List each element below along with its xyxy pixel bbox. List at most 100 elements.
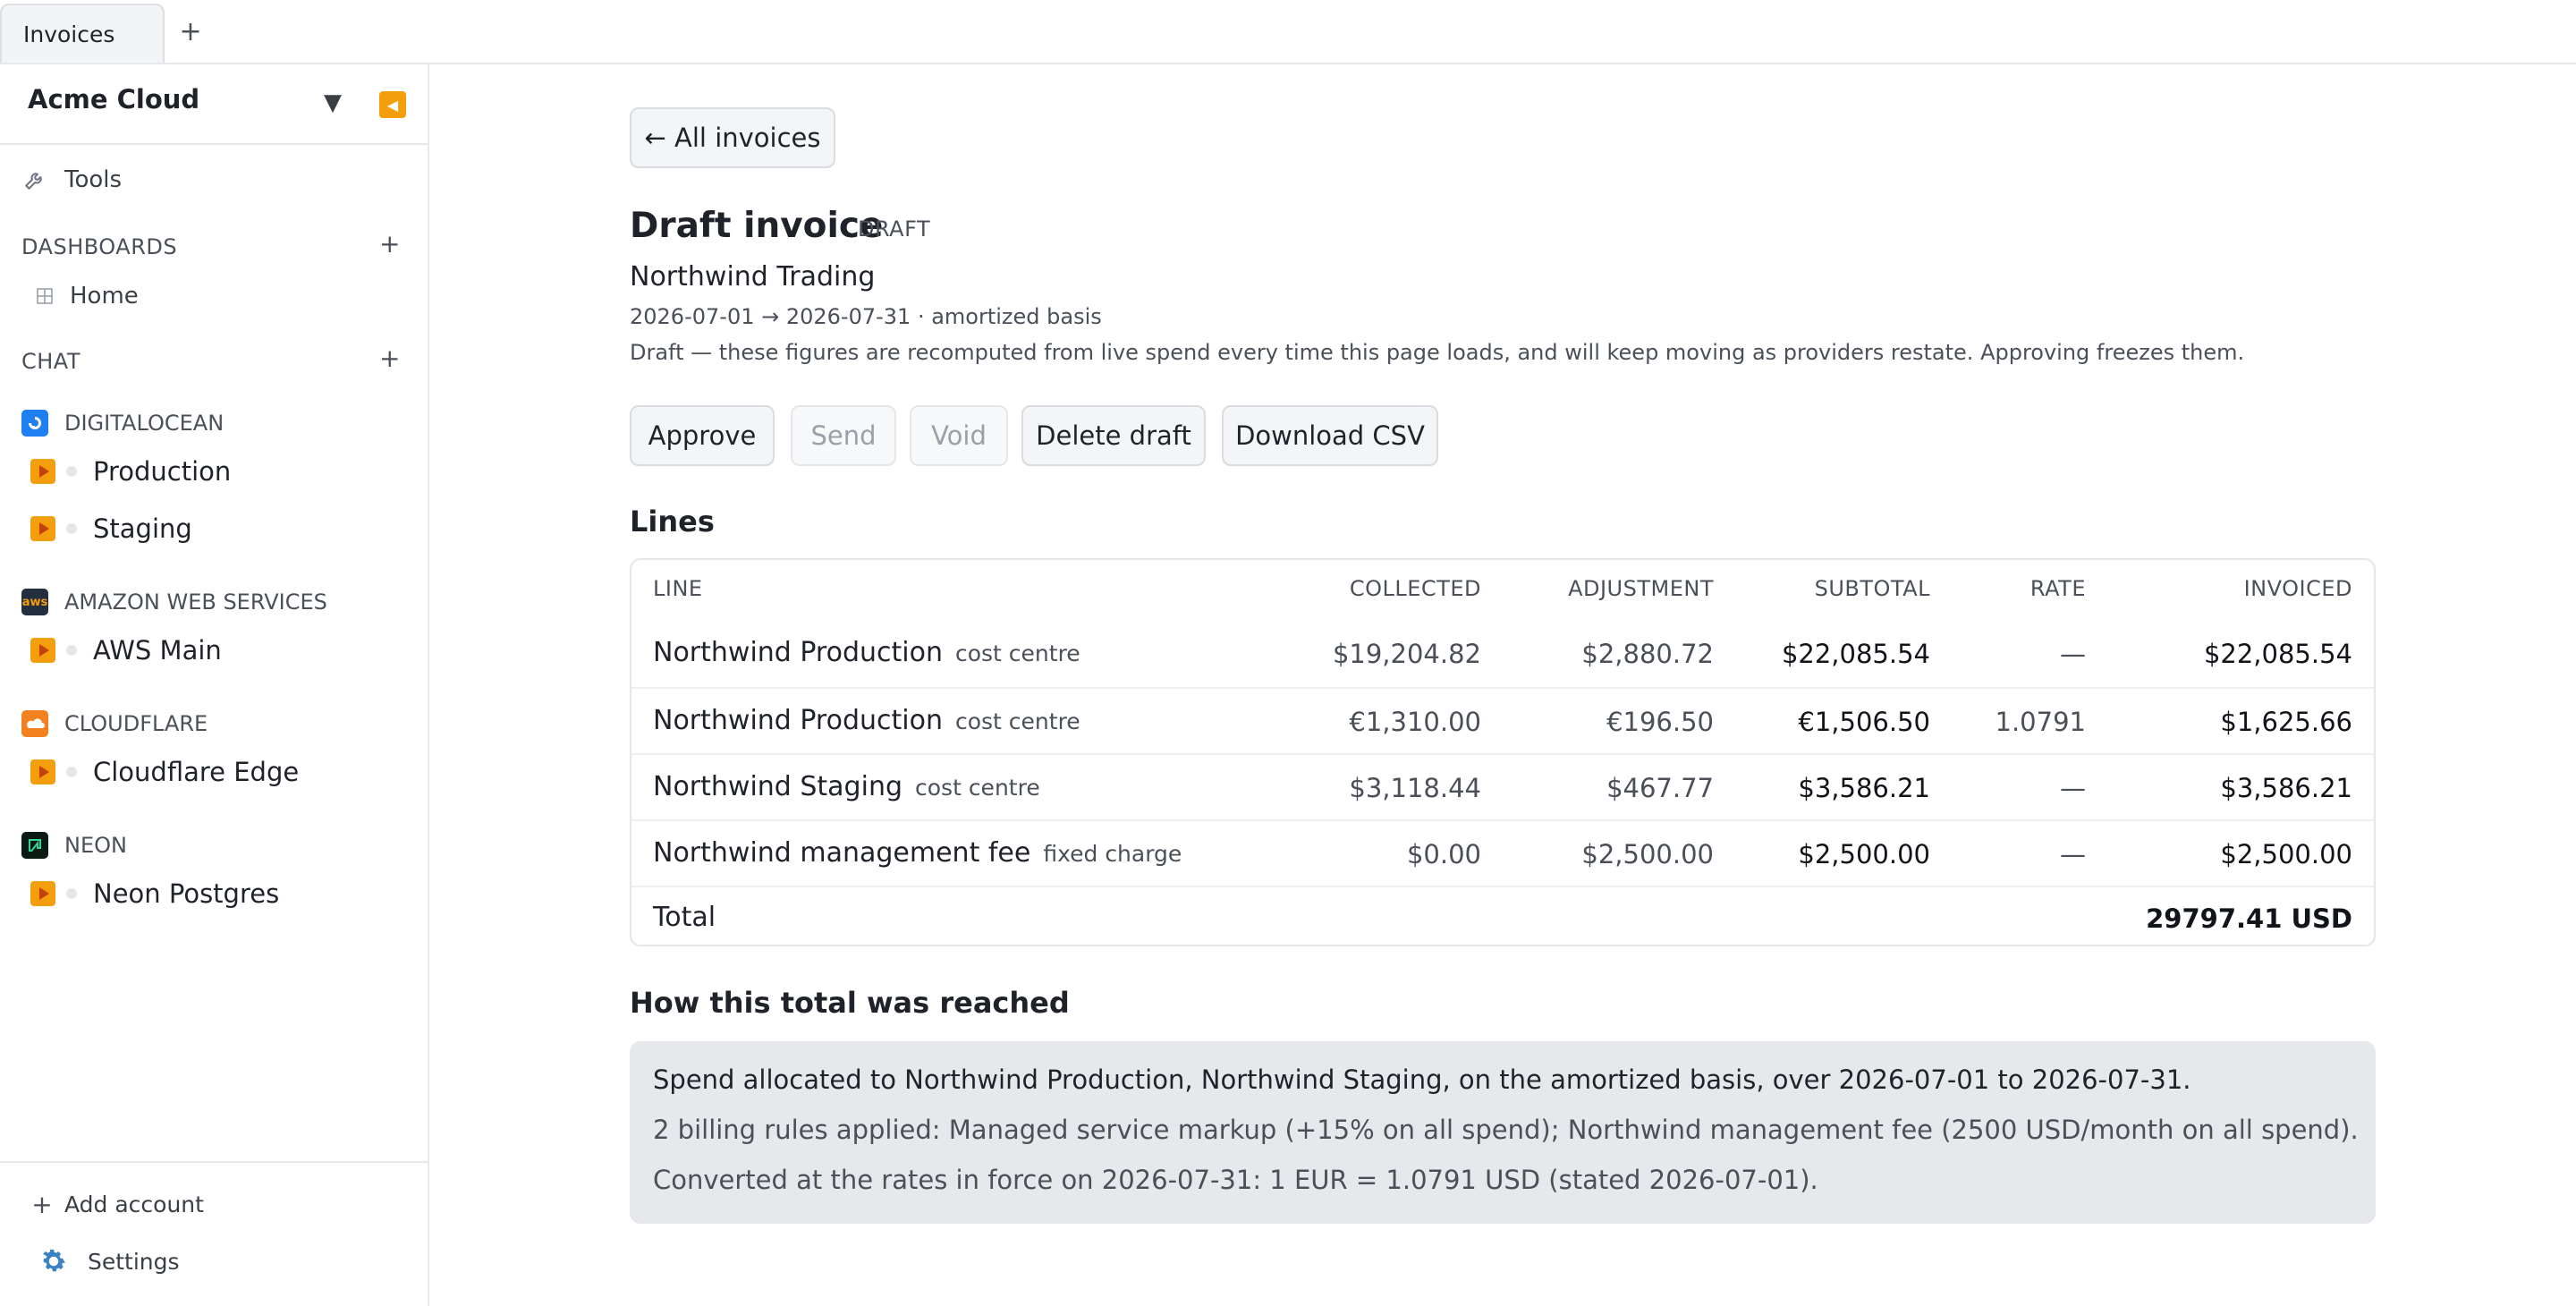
lines-heading: Lines — [630, 505, 715, 539]
explanation-line: Spend allocated to Northwind Production,… — [653, 1064, 2191, 1095]
play-icon — [30, 759, 55, 784]
sidebar-item-label: Home — [70, 283, 139, 310]
column-header-line: LINE — [653, 576, 703, 601]
line-name: Northwind Staging cost centre — [653, 771, 1040, 802]
status-dot — [66, 645, 77, 656]
settings-label: Settings — [88, 1248, 180, 1275]
add-account-button[interactable]: + Add account — [31, 1190, 204, 1219]
line-kind: cost centre — [915, 775, 1040, 801]
digitalocean-logo-icon — [21, 410, 48, 437]
line-kind: cost centre — [954, 708, 1080, 734]
table-row: Northwind management fee fixed charge $0.… — [631, 819, 2374, 886]
sidebar-item-aws-main[interactable]: AWS Main — [30, 635, 222, 666]
sidebar-item-staging[interactable]: Staging — [30, 513, 192, 544]
settings-button[interactable]: Settings — [36, 1245, 180, 1277]
status-badge: DRAFT — [858, 216, 931, 242]
aws-logo-icon: aws — [21, 589, 48, 615]
play-icon — [30, 516, 55, 541]
sidebar-item-production[interactable]: Production — [30, 456, 231, 487]
grid-icon — [34, 288, 55, 304]
collected-cell: €1,310.00 — [1349, 707, 1481, 737]
how-heading: How this total was reached — [630, 986, 1070, 1020]
account-label: Staging — [93, 513, 192, 544]
adjustment-cell: €196.50 — [1606, 707, 1714, 737]
sidebar: Acme Cloud ▼ ◀ Tools DASHBOARDS + Home C… — [0, 64, 429, 1306]
line-name: Northwind Production cost centre — [653, 637, 1080, 668]
total-label: Total — [653, 902, 716, 933]
workspace-header: Acme Cloud ▼ ◀ — [0, 64, 428, 145]
adjustment-cell: $2,500.00 — [1581, 839, 1714, 869]
table-row: Northwind Staging cost centre $3,118.44 $… — [631, 753, 2374, 819]
back-to-invoices-button[interactable]: ← All invoices — [630, 107, 835, 168]
column-header-adjustment: ADJUSTMENT — [1568, 576, 1714, 601]
total-explanation: Spend allocated to Northwind Production,… — [630, 1041, 2376, 1224]
sidebar-footer: + Add account Settings — [0, 1161, 428, 1306]
account-label: Cloudflare Edge — [93, 757, 300, 787]
sidebar-item-tools[interactable]: Tools — [21, 166, 122, 193]
line-name: Northwind management fee fixed charge — [653, 837, 1182, 869]
adjustment-cell: $2,880.72 — [1581, 639, 1714, 669]
main-content: ← All invoices Draft invoice DRAFT North… — [431, 64, 2576, 1306]
column-header-rate: RATE — [2029, 576, 2086, 601]
send-button[interactable]: Send — [791, 405, 896, 466]
subtotal-cell: $22,085.54 — [1781, 639, 1930, 669]
play-icon — [30, 638, 55, 663]
provider-aws: aws AMAZON WEB SERVICES — [21, 589, 327, 615]
collected-cell: $3,118.44 — [1349, 773, 1481, 803]
plus-icon: + — [31, 1190, 53, 1219]
tab-invoices[interactable]: Invoices — [0, 4, 165, 63]
account-label: Production — [93, 456, 232, 487]
line-name: Northwind Production cost centre — [653, 705, 1080, 736]
status-dot — [66, 523, 77, 534]
column-header-invoiced: INVOICED — [2243, 576, 2352, 601]
line-title: Northwind Staging — [653, 771, 902, 802]
subtotal-cell: €1,506.50 — [1798, 707, 1930, 737]
subtotal-cell: $3,586.21 — [1798, 773, 1930, 803]
line-title: Northwind Production — [653, 637, 943, 668]
approve-button[interactable]: Approve — [630, 405, 775, 466]
tools-icon — [21, 168, 48, 191]
add-dashboard-button[interactable]: + — [379, 229, 400, 259]
play-icon — [30, 881, 55, 906]
delete-draft-button[interactable]: Delete draft — [1021, 405, 1206, 466]
workspace-dropdown-icon[interactable]: ▼ — [324, 89, 342, 116]
total-value: 29797.41 USD — [2146, 903, 2352, 934]
download-csv-button[interactable]: Download CSV — [1222, 405, 1438, 466]
invoice-period: 2026-07-01 → 2026-07-31 · amortized basi… — [630, 304, 1102, 329]
provider-name: DIGITALOCEAN — [64, 411, 225, 436]
rate-cell: — — [2060, 839, 2086, 869]
play-icon — [30, 459, 55, 484]
table-total-row: Total 29797.41 USD — [631, 886, 2374, 945]
status-dot — [66, 466, 77, 477]
invoiced-cell: $1,625.66 — [2220, 707, 2352, 737]
workspace-name[interactable]: Acme Cloud — [28, 84, 199, 114]
explanation-line: 2 billing rules applied: Managed service… — [653, 1115, 2359, 1145]
collapse-sidebar-icon[interactable]: ◀ — [379, 91, 406, 118]
invoiced-cell: $2,500.00 — [2220, 839, 2352, 869]
adjustment-cell: $467.77 — [1606, 773, 1714, 803]
add-chat-button[interactable]: + — [379, 343, 400, 373]
column-header-collected: COLLECTED — [1349, 576, 1481, 601]
void-button[interactable]: Void — [910, 405, 1008, 466]
sidebar-item-neon-postgres[interactable]: Neon Postgres — [30, 878, 279, 909]
collected-cell: $0.00 — [1406, 839, 1481, 869]
provider-name: AMAZON WEB SERVICES — [64, 589, 327, 615]
draft-note: Draft — these figures are recomputed fro… — [630, 340, 2245, 365]
rate-cell: — — [2060, 639, 2086, 669]
provider-cloudflare: CLOUDFLARE — [21, 710, 208, 737]
account-label: Neon Postgres — [93, 878, 280, 909]
lines-table: LINE COLLECTED ADJUSTMENT SUBTOTAL RATE … — [630, 558, 2376, 946]
line-title: Northwind Production — [653, 705, 943, 736]
line-kind: cost centre — [954, 640, 1080, 666]
client-name: Northwind Trading — [630, 261, 876, 293]
sidebar-item-cloudflare-edge[interactable]: Cloudflare Edge — [30, 757, 299, 787]
explanation-line: Converted at the rates in force on 2026-… — [653, 1165, 1818, 1195]
sidebar-item-home[interactable]: Home — [34, 283, 139, 310]
rate-cell: 1.0791 — [1995, 707, 2086, 737]
new-tab-button[interactable]: + — [177, 16, 204, 48]
status-dot — [66, 888, 77, 899]
add-account-label: Add account — [64, 1192, 204, 1217]
invoiced-cell: $22,085.54 — [2203, 639, 2352, 669]
chat-section-label: CHAT — [21, 349, 81, 374]
provider-digitalocean: DIGITALOCEAN — [21, 410, 224, 437]
